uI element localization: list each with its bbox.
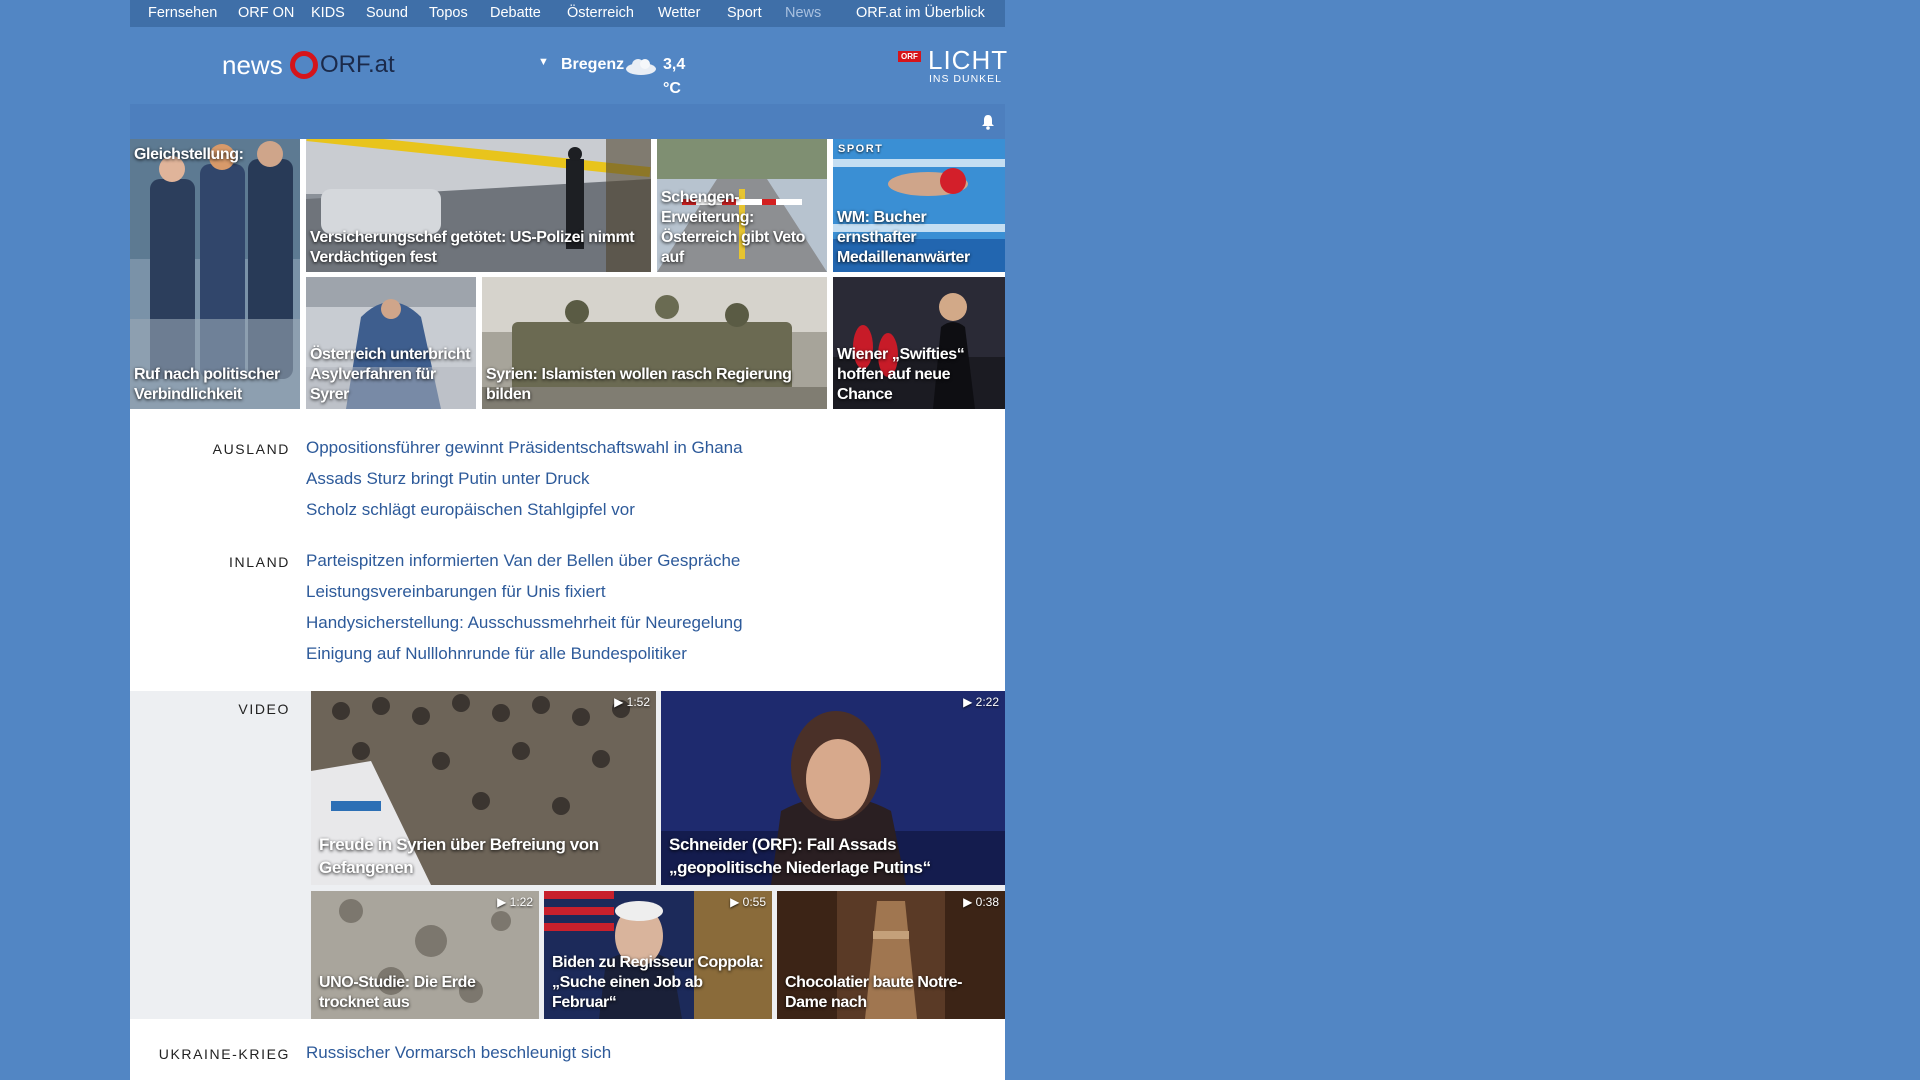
video-duration-value: 0:38 [975, 895, 999, 909]
story-caption: Wiener „Swifties“ hoffen auf neue Chance [837, 346, 965, 403]
video-duration: ▶ 1:52 [614, 695, 650, 709]
story-caption: Syrien: Islamisten wollen rasch Regierun… [486, 366, 792, 403]
top-story-tile[interactable]: SPORT WM: Bucher ernsthafter Medaillenan… [833, 139, 1005, 272]
section-label-ukraine: UKRAINE-KRIEG [158, 1046, 290, 1062]
top-story-tile[interactable]: Versicherungschef getötet: US-Polizei ni… [306, 139, 651, 272]
section-label-video: VIDEO [238, 701, 290, 717]
nav-oesterreich[interactable]: Österreich [567, 0, 634, 27]
nav-wetter[interactable]: Wetter [658, 0, 700, 27]
video-duration-value: 0:55 [742, 895, 766, 909]
video-section: VIDEO ▶ 1:52 Freude in Syrien über Befre… [130, 691, 1005, 1019]
video-tile[interactable]: ▶ 2:22 Schneider (ORF): Fall Assads „geo… [661, 691, 1005, 885]
top-story-tile[interactable]: Gleichstellung: Ruf nach politischer Ver… [130, 139, 300, 409]
top-story-tile[interactable]: Österreich unterbricht Asylverfahren für… [306, 277, 476, 409]
headline-link[interactable]: Assads Sturz bringt Putin unter Druck [306, 469, 589, 489]
headline-link[interactable]: Handysicherstellung: Ausschussmehrheit f… [306, 613, 743, 633]
section-label-ausland: AUSLAND [212, 441, 290, 457]
video-caption: Biden zu Regisseur Coppola: „Suche einen… [552, 954, 764, 1011]
video-duration: ▶ 0:55 [730, 895, 766, 909]
logo-news-text: news [222, 50, 283, 80]
logo-orf-text: ORF.at [320, 51, 395, 78]
headline-link[interactable]: Oppositionsführer gewinnt Präsidentschaf… [306, 438, 743, 458]
nav-fernsehen[interactable]: Fernsehen [148, 0, 217, 27]
nav-topos[interactable]: Topos [429, 0, 468, 27]
bell-icon[interactable] [981, 114, 995, 130]
video-tile[interactable]: ▶ 0:38 Chocolatier baute Notre-Dame nach [777, 891, 1005, 1019]
headline-link[interactable]: Scholz schlägt europäischen Stahlgipfel … [306, 500, 635, 520]
promo-subtitle: INS DUNKEL [929, 73, 1003, 85]
orf-badge: ORF [898, 51, 921, 62]
orf-eye-icon [290, 51, 318, 79]
video-duration-value: 1:22 [509, 895, 533, 909]
nav-news[interactable]: News [785, 0, 821, 27]
promo-title: LICHT [928, 45, 1009, 75]
video-duration: ▶ 2:22 [963, 695, 999, 709]
headline-link[interactable]: Russischer Vormarsch beschleunigt sich [306, 1043, 611, 1063]
story-caption-top: Gleichstellung: [134, 146, 244, 163]
video-duration-value: 1:52 [626, 695, 650, 709]
video-caption: Chocolatier baute Notre-Dame nach [785, 974, 963, 1011]
top-story-tile[interactable]: Syrien: Islamisten wollen rasch Regierun… [482, 277, 827, 409]
nav-debatte[interactable]: Debatte [490, 0, 541, 27]
nav-overview[interactable]: ORF.at im Überblick [856, 0, 985, 27]
story-caption: Österreich unterbricht Asylverfahren für… [310, 346, 471, 403]
weather-city: Bregenz [561, 56, 625, 73]
video-tile[interactable]: ▶ 1:52 Freude in Syrien über Befreiung v… [311, 691, 656, 885]
dropdown-triangle-icon[interactable]: ▼ [538, 56, 549, 68]
video-caption: UNO-Studie: Die Erde trocknet aus [319, 974, 476, 1011]
video-duration: ▶ 0:38 [963, 895, 999, 909]
story-kicker: SPORT [838, 143, 884, 155]
licht-ins-dunkel-banner[interactable]: ORF LICHT INS DUNKEL [898, 45, 1008, 91]
video-caption: Freude in Syrien über Befreiung von Gefa… [319, 835, 599, 877]
top-story-tile[interactable]: Schengen-Erweiterung: Österreich gibt Ve… [657, 139, 827, 272]
top-navigation: Fernsehen ORF ON KIDS Sound Topos Debatt… [130, 0, 1005, 27]
site-header: news ORF.at ▼ Bregenz 3,4 °C ORF LICHT I… [130, 27, 1008, 104]
headline-link[interactable]: Einigung auf Nulllohnrunde für alle Bund… [306, 644, 687, 664]
story-caption: WM: Bucher ernsthafter Medaillenanwärter [837, 209, 970, 266]
story-caption: Ruf nach politischer Verbindlichkeit [134, 366, 280, 403]
headline-link[interactable]: Leistungsvereinbarungen für Unis fixiert [306, 582, 606, 602]
page: Fernsehen ORF ON KIDS Sound Topos Debatt… [130, 0, 1008, 1080]
cloud-icon [626, 59, 656, 75]
video-duration: ▶ 1:22 [497, 895, 533, 909]
weather-temperature: 3,4 °C [663, 56, 686, 97]
section-label-inland: INLAND [229, 554, 290, 570]
notification-bar [130, 104, 1005, 139]
video-duration-value: 2:22 [975, 695, 999, 709]
nav-orf-on[interactable]: ORF ON [238, 0, 294, 27]
video-tile[interactable]: ▶ 0:55 Biden zu Regisseur Coppola: „Such… [544, 891, 772, 1019]
nav-kids[interactable]: KIDS [311, 0, 345, 27]
video-caption: Schneider (ORF): Fall Assads „geopolitis… [669, 835, 931, 877]
nav-sport[interactable]: Sport [727, 0, 762, 27]
story-caption: Schengen-Erweiterung: Österreich gibt Ve… [661, 189, 806, 266]
top-story-tile[interactable]: Wiener „Swifties“ hoffen auf neue Chance [833, 277, 1005, 409]
headline-link[interactable]: Parteispitzen informierten Van der Belle… [306, 551, 740, 571]
main-content: Gleichstellung: Ruf nach politischer Ver… [130, 139, 1005, 1080]
video-tile[interactable]: ▶ 1:22 UNO-Studie: Die Erde trocknet aus [311, 891, 539, 1019]
story-caption: Versicherungschef getötet: US-Polizei ni… [310, 229, 635, 266]
nav-sound[interactable]: Sound [366, 0, 408, 27]
